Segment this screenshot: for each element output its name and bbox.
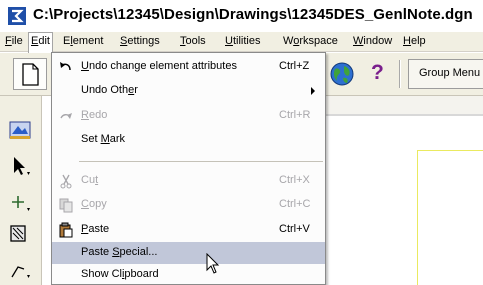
new-file-button[interactable]	[13, 58, 47, 90]
place-point-icon[interactable]	[8, 190, 32, 214]
undo-icon	[60, 62, 71, 71]
title-bar: C:\Projects\12345\Design\Drawings\12345D…	[0, 0, 483, 32]
menu-item-cut[interactable]: Cut Ctrl+X	[52, 170, 325, 192]
menu-utilities[interactable]: Utilities	[222, 35, 263, 47]
menu-file[interactable]: File	[2, 35, 26, 47]
menu-item-paste-special[interactable]: Paste Special...	[52, 242, 325, 264]
menu-help[interactable]: Help	[400, 35, 429, 47]
new-file-icon	[22, 63, 39, 86]
menu-item-show-clipboard[interactable]: Show Clipboard	[52, 264, 325, 285]
menu-item-paste[interactable]: Paste Ctrl+V	[52, 219, 325, 241]
shortcut-label: Ctrl+C	[279, 198, 311, 210]
menu-tools[interactable]: Tools	[177, 35, 209, 47]
shortcut-label: Ctrl+R	[279, 109, 311, 121]
mouse-cursor-icon	[206, 253, 220, 274]
copy-icon	[59, 198, 73, 213]
menu-workspace[interactable]: Workspace	[280, 35, 341, 47]
shortcut-label: Ctrl+Z	[279, 60, 310, 72]
menu-bar: File Edit Element Settings Tools Utiliti…	[0, 32, 483, 53]
microstation-app-icon[interactable]	[8, 7, 26, 25]
edit-menu-dropdown: Undo change element attributes Ctrl+Z Un…	[51, 52, 326, 285]
menu-window[interactable]: Window	[350, 35, 395, 47]
toolbar-separator	[399, 60, 401, 88]
selection-arrow-icon[interactable]	[8, 154, 32, 178]
menu-separator	[79, 161, 323, 162]
help-button[interactable]: ?	[366, 60, 390, 88]
help-icon: ?	[371, 61, 384, 84]
submenu-arrow-icon	[311, 87, 315, 95]
fence-icon[interactable]	[8, 222, 32, 246]
globe-icon	[330, 62, 354, 86]
window-title: C:\Projects\12345\Design\Drawings\12345D…	[33, 6, 473, 23]
menu-item-set-mark[interactable]: Set Mark	[52, 129, 325, 151]
view-toolbar-strip	[325, 96, 483, 114]
menu-item-redo[interactable]: Redo Ctrl+R	[52, 105, 325, 127]
group-menu-button[interactable]: Group Menu	[408, 59, 483, 89]
drawing-view[interactable]	[325, 96, 483, 285]
tool-palette	[0, 96, 42, 285]
menu-element[interactable]: Element	[60, 35, 106, 47]
menu-edit[interactable]: Edit	[28, 32, 53, 53]
menu-item-undo-other[interactable]: Undo Other	[52, 80, 325, 102]
menu-item-copy[interactable]: Copy Ctrl+C	[52, 194, 325, 216]
shortcut-label: Ctrl+X	[279, 174, 310, 186]
view-border	[325, 114, 483, 116]
cut-icon	[60, 174, 72, 189]
paste-icon	[59, 222, 73, 238]
globe-button[interactable]	[328, 60, 356, 88]
sheet-border	[417, 150, 483, 285]
place-line-icon[interactable]	[8, 257, 32, 281]
shortcut-label: Ctrl+V	[279, 223, 310, 235]
main-toolbox-icon[interactable]	[8, 118, 32, 142]
redo-icon	[60, 113, 72, 119]
menu-item-undo[interactable]: Undo change element attributes Ctrl+Z	[52, 56, 325, 78]
menu-settings[interactable]: Settings	[117, 35, 163, 47]
